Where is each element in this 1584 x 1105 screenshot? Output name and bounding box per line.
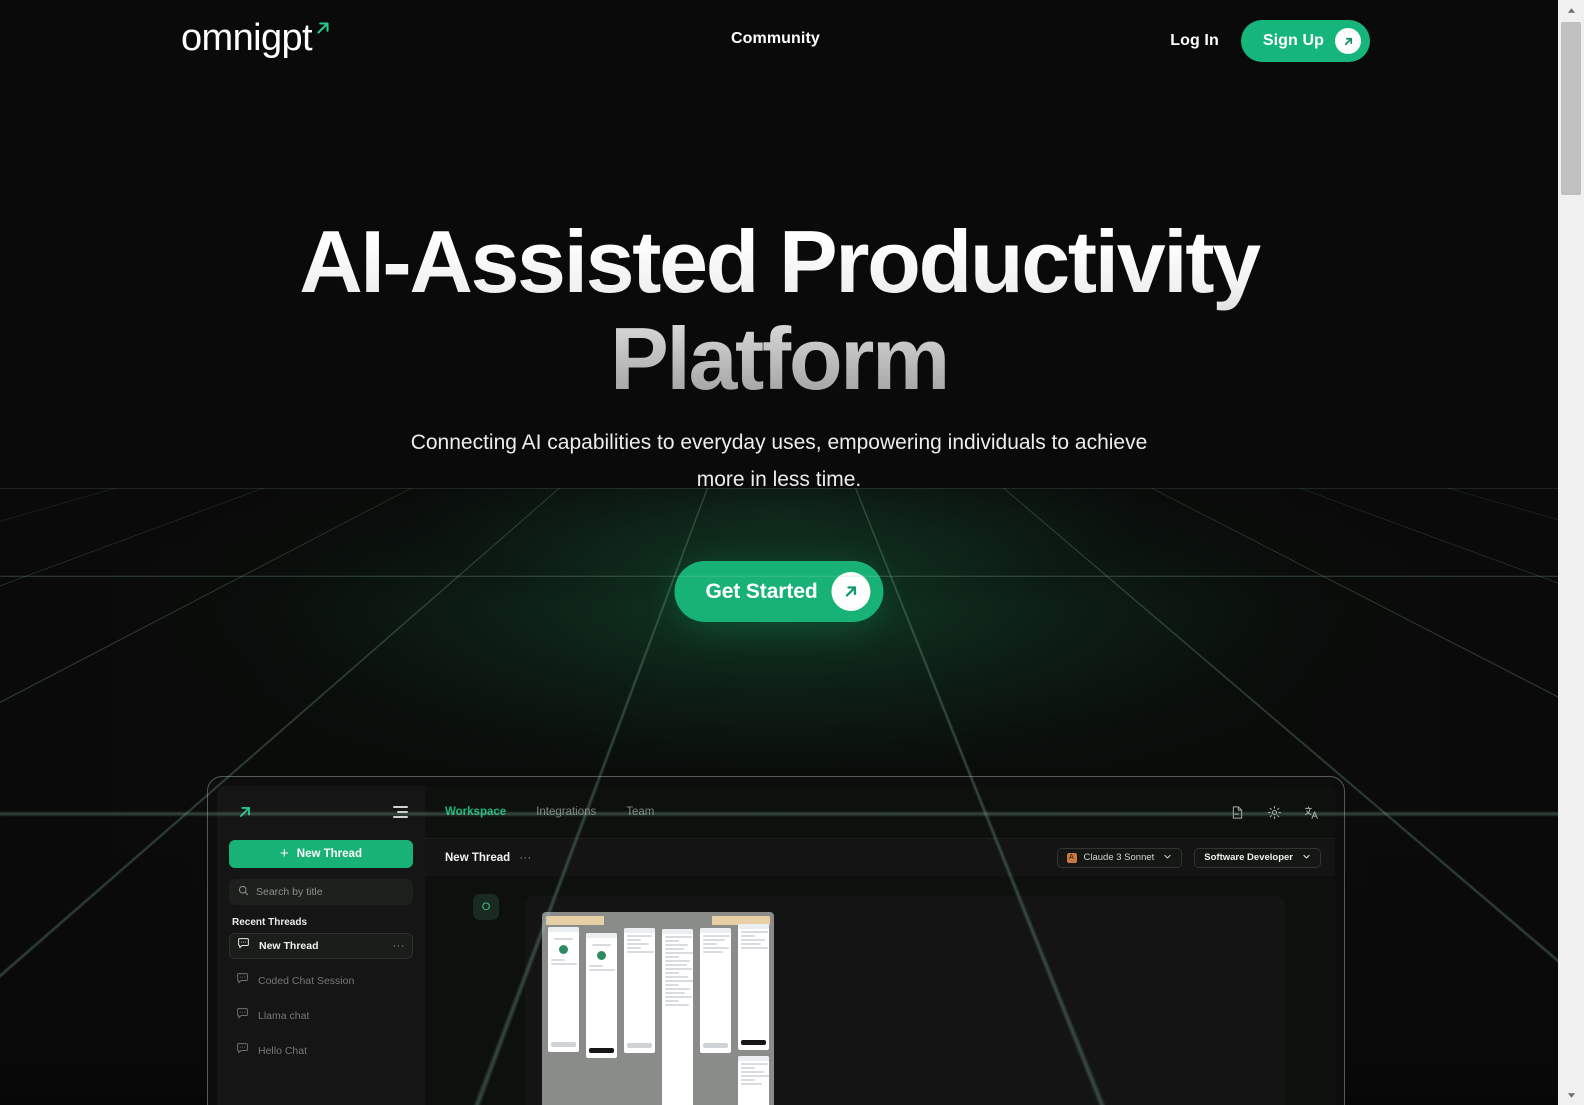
recent-threads-heading: Recent Threads [232, 917, 308, 928]
role-selector[interactable]: Software Developer [1194, 847, 1321, 868]
model-selector[interactable]: A Claude 3 Sonnet [1056, 847, 1183, 868]
browser-scrollbar[interactable] [1558, 0, 1584, 1105]
scrollbar-thumb[interactable] [1561, 22, 1581, 195]
plus-icon: + [280, 845, 289, 862]
chat-message-area: O [425, 876, 1335, 1105]
get-started-button[interactable]: Get Started [674, 561, 884, 622]
grid-glow [29, 488, 1529, 768]
search-placeholder: Search by title [256, 886, 323, 898]
tab-integrations[interactable]: Integrations [536, 806, 596, 818]
page-title: AI-Assisted Productivity Platform [249, 213, 1309, 408]
arrow-up-right-icon [831, 572, 871, 611]
active-thread-bar: New Thread ··· A Claude 3 Sonnet Softwar… [425, 838, 1335, 876]
app-tab-bar: Workspace Integrations Team [425, 786, 1335, 838]
thread-selectors: A Claude 3 Sonnet Software Developer [1056, 847, 1321, 868]
login-button[interactable]: Log In [1170, 32, 1219, 50]
thread-list: New Thread ··· Coded Chat Session Llama … [229, 933, 413, 1064]
thread-label: Hello Chat [258, 1045, 308, 1057]
model-label: Claude 3 Sonnet [1083, 852, 1155, 863]
arrow-up-right-icon [1335, 28, 1361, 54]
mobile-app-screens-attachment [542, 912, 774, 1105]
search-input[interactable]: Search by title [229, 879, 413, 905]
app-main-panel: Workspace Integrations Team New Thread ·… [425, 786, 1335, 1105]
search-icon [238, 883, 249, 901]
tab-workspace[interactable]: Workspace [445, 806, 506, 818]
message-attachment[interactable] [525, 896, 1285, 1105]
arrow-up-right-icon[interactable] [234, 801, 256, 823]
chat-bubble-icon [236, 972, 249, 990]
chat-bubble-icon [236, 1007, 249, 1025]
thread-item-new-thread[interactable]: New Thread ··· [229, 933, 413, 959]
new-thread-label: New Thread [296, 848, 362, 860]
arrow-up-right-icon [313, 18, 333, 43]
thread-label: New Thread [259, 940, 319, 952]
hamburger-menu-icon[interactable] [393, 806, 408, 818]
thread-label: Coded Chat Session [258, 975, 355, 987]
thread-item-coded-chat-session[interactable]: Coded Chat Session [229, 968, 413, 994]
scroll-down-arrow-icon[interactable] [1558, 1085, 1584, 1105]
get-started-label: Get Started [705, 579, 818, 603]
chevron-down-icon [1302, 852, 1311, 864]
signup-button[interactable]: Sign Up [1240, 20, 1370, 62]
thread-label: Llama chat [258, 1010, 310, 1022]
brand-logo[interactable]: omnigpt [181, 16, 333, 60]
new-thread-button[interactable]: + New Thread [229, 840, 413, 868]
landing-page: omnigpt Community Log In Sign Up AI-Assi… [0, 0, 1558, 1105]
app-preview-frame: + New Thread Search by title Recent Thre… [207, 776, 1345, 1105]
gear-icon[interactable] [1267, 805, 1282, 820]
chevron-down-icon [1163, 852, 1172, 864]
signup-label: Sign Up [1262, 32, 1324, 49]
thread-item-hello-chat[interactable]: Hello Chat [229, 1038, 413, 1064]
chat-bubble-icon [237, 937, 250, 955]
avatar: O [473, 894, 499, 920]
hero-subtitle: Connecting AI capabilities to everyday u… [410, 431, 1148, 491]
tab-team[interactable]: Team [626, 806, 654, 818]
model-badge-icon: A [1066, 852, 1077, 863]
app-window: + New Thread Search by title Recent Thre… [217, 786, 1335, 1105]
app-sidebar: + New Thread Search by title Recent Thre… [217, 786, 425, 1105]
site-header: omnigpt Community Log In Sign Up [0, 0, 1558, 84]
chat-bubble-icon [236, 1042, 249, 1060]
app-toolbar-icons [1230, 805, 1319, 820]
brand-name: omnigpt [181, 17, 313, 59]
thread-options-icon[interactable]: ··· [519, 852, 532, 864]
translate-icon[interactable] [1304, 805, 1319, 820]
document-icon[interactable] [1230, 805, 1245, 820]
role-label: Software Developer [1204, 852, 1293, 863]
sidebar-header [229, 786, 413, 838]
active-thread-title: New Thread [445, 851, 511, 864]
thread-more-icon[interactable]: ··· [393, 940, 406, 952]
nav-actions: Log In Sign Up [1170, 20, 1370, 62]
nav-link-community[interactable]: Community [731, 30, 820, 48]
thread-item-llama-chat[interactable]: Llama chat [229, 1003, 413, 1029]
scroll-up-arrow-icon[interactable] [1558, 0, 1584, 20]
